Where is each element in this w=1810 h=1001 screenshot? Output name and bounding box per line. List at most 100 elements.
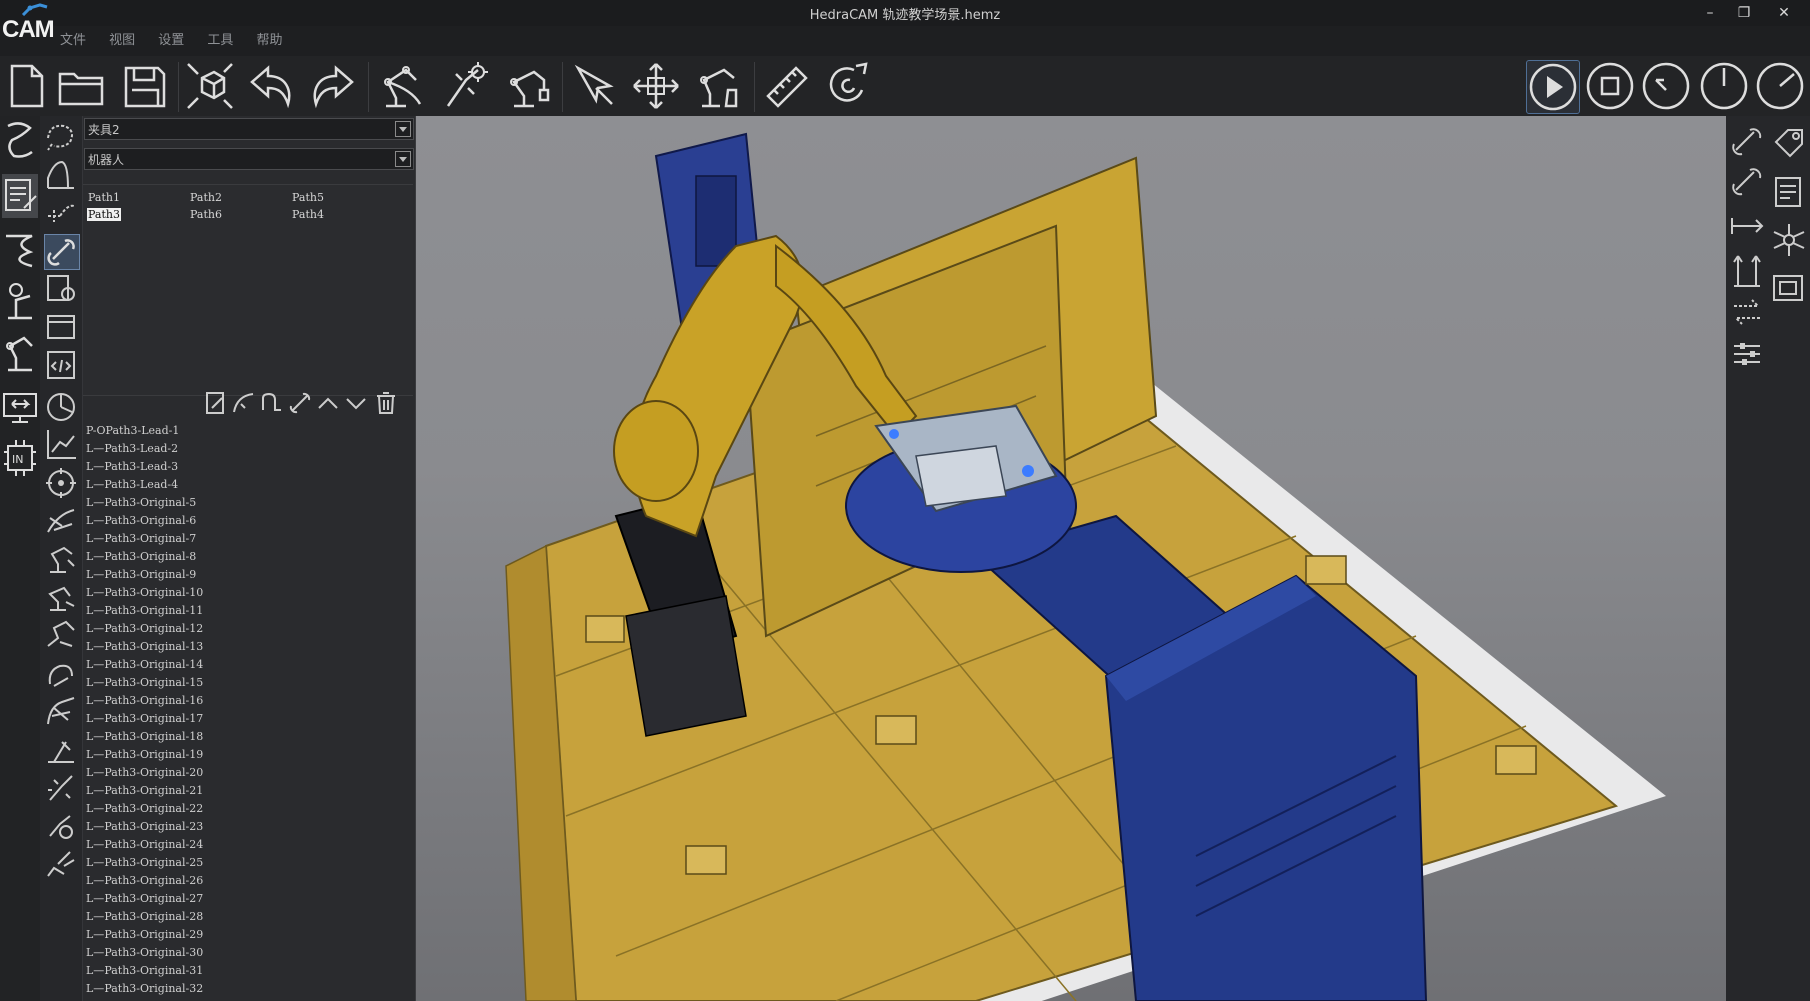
tree-row[interactable]: P-OPath3-Lead-1: [83, 422, 413, 440]
robot-pose-3-icon[interactable]: [44, 618, 78, 652]
path-item-selected[interactable]: Path3: [87, 208, 121, 221]
torch-tilt-icon[interactable]: [44, 846, 78, 880]
point-loop-icon[interactable]: [259, 390, 285, 416]
monitor-sync-icon[interactable]: [2, 386, 38, 430]
tree-row[interactable]: L—Path3-Original-19: [83, 746, 413, 764]
robot-joint-icon[interactable]: [2, 330, 38, 374]
tree-row[interactable]: L—Path3-Original-16: [83, 692, 413, 710]
point-curve-icon[interactable]: [231, 390, 257, 416]
3d-viewport[interactable]: [416, 116, 1726, 1001]
snap-magnet-icon[interactable]: [820, 60, 872, 112]
point-link-icon[interactable]: [287, 390, 313, 416]
tree-row[interactable]: L—Path3-Original-18: [83, 728, 413, 746]
tree-row[interactable]: L—Path3-Original-15: [83, 674, 413, 692]
robot-select[interactable]: 机器人: [84, 148, 414, 170]
tree-row[interactable]: L—Path3-Original-10: [83, 584, 413, 602]
open-folder-icon[interactable]: [56, 60, 108, 112]
path-item[interactable]: Path6: [190, 208, 222, 221]
play-icon[interactable]: [1526, 60, 1580, 114]
robot-pose-5-icon[interactable]: [44, 694, 78, 728]
tree-row[interactable]: L—Path3-Original-28: [83, 908, 413, 926]
tree-row[interactable]: L—Path3-Original-26: [83, 872, 413, 890]
tree-row[interactable]: L—Path3-Original-17: [83, 710, 413, 728]
window-layers-icon[interactable]: [44, 310, 78, 344]
target-point-icon[interactable]: [44, 466, 78, 500]
path-item[interactable]: Path2: [190, 191, 222, 204]
tree-row[interactable]: L—Path3-Lead-4: [83, 476, 413, 494]
robot-config-icon[interactable]: [2, 278, 38, 322]
transfer-icon[interactable]: [1728, 292, 1766, 332]
weld-seam-icon[interactable]: [2, 118, 38, 162]
tree-row[interactable]: L—Path3-Original-25: [83, 854, 413, 872]
sliders-icon[interactable]: [1728, 334, 1766, 374]
horizontal-align-icon[interactable]: [1728, 206, 1766, 246]
menu-help[interactable]: 帮助: [256, 29, 282, 48]
tree-row[interactable]: L—Path3-Original-22: [83, 800, 413, 818]
path-item[interactable]: Path5: [292, 191, 324, 204]
fit-view-icon[interactable]: [184, 60, 236, 112]
process-settings-icon[interactable]: [44, 272, 78, 306]
pie-analysis-icon[interactable]: [44, 390, 78, 424]
lasso-select-icon[interactable]: [44, 120, 78, 154]
point-path-icon[interactable]: [44, 196, 78, 230]
robot-pose-4-icon[interactable]: [44, 656, 78, 690]
menu-view[interactable]: 视图: [109, 29, 135, 48]
link-remove-icon[interactable]: [1728, 162, 1766, 202]
input-io-icon[interactable]: IN: [2, 436, 38, 480]
coordinate-chart-icon[interactable]: [44, 428, 78, 462]
network-node-icon[interactable]: [1770, 220, 1808, 260]
path-link-icon[interactable]: [44, 234, 80, 270]
point-edit-icon[interactable]: [203, 390, 229, 416]
redo-icon[interactable]: [306, 60, 358, 112]
tree-row[interactable]: L—Path3-Original-32: [83, 980, 413, 998]
move-axes-icon[interactable]: [630, 60, 682, 112]
edge-path-icon[interactable]: [44, 158, 78, 192]
fixture-select[interactable]: 夹具2: [84, 118, 414, 140]
tree-row[interactable]: L—Path3-Original-24: [83, 836, 413, 854]
menu-file[interactable]: 文件: [60, 29, 86, 48]
curve-path-icon[interactable]: [2, 226, 38, 270]
path-item[interactable]: Path1: [88, 191, 120, 204]
menu-settings[interactable]: 设置: [158, 29, 184, 48]
tree-row[interactable]: L—Path3-Lead-2: [83, 440, 413, 458]
robot-path-icon[interactable]: [376, 60, 428, 112]
delete-point-icon[interactable]: [373, 390, 399, 416]
minimize-button[interactable]: –: [1696, 2, 1724, 24]
tag-diamond-icon[interactable]: [1770, 122, 1808, 162]
speed-gauge-icon[interactable]: [1754, 60, 1806, 112]
link-add-icon[interactable]: [1728, 122, 1766, 162]
torch-spark-icon[interactable]: [44, 770, 78, 804]
robot-tool-icon[interactable]: [500, 60, 552, 112]
tree-row[interactable]: L—Path3-Original-11: [83, 602, 413, 620]
display-panel-icon[interactable]: [1770, 268, 1808, 308]
vertical-measure-icon[interactable]: [1728, 250, 1766, 290]
close-button[interactable]: ✕: [1770, 2, 1798, 24]
robot-weld-icon[interactable]: [438, 60, 490, 112]
ruler-icon[interactable]: [760, 60, 812, 112]
tree-row[interactable]: L—Path3-Original-31: [83, 962, 413, 980]
tree-row[interactable]: L—Path3-Lead-3: [83, 458, 413, 476]
move-up-icon[interactable]: [315, 390, 341, 416]
torch-angle-icon[interactable]: [44, 504, 78, 538]
tree-row[interactable]: L—Path3-Original-12: [83, 620, 413, 638]
tree-row[interactable]: L—Path3-Original-20: [83, 764, 413, 782]
tree-row[interactable]: L—Path3-Original-6: [83, 512, 413, 530]
chevron-down-icon[interactable]: [395, 151, 411, 167]
select-pointer-icon[interactable]: [568, 60, 620, 112]
tree-row[interactable]: L—Path3-Original-23: [83, 818, 413, 836]
undo-icon[interactable]: [246, 60, 298, 112]
move-down-icon[interactable]: [343, 390, 369, 416]
new-file-icon[interactable]: [0, 60, 52, 112]
tree-row[interactable]: L—Path3-Original-29: [83, 926, 413, 944]
code-file-icon[interactable]: [44, 348, 78, 382]
tree-row[interactable]: L—Path3-Original-14: [83, 656, 413, 674]
clock-icon[interactable]: [1698, 60, 1750, 112]
tree-row[interactable]: L—Path3-Original-9: [83, 566, 413, 584]
robot-pose-2-icon[interactable]: [44, 580, 78, 614]
maximize-button[interactable]: ❐: [1730, 2, 1758, 24]
save-icon[interactable]: [118, 60, 170, 112]
path-item[interactable]: Path4: [292, 208, 324, 221]
menu-tools[interactable]: 工具: [207, 29, 233, 48]
tree-row[interactable]: L—Path3-Original-21: [83, 782, 413, 800]
tree-row[interactable]: L—Path3-Original-8: [83, 548, 413, 566]
